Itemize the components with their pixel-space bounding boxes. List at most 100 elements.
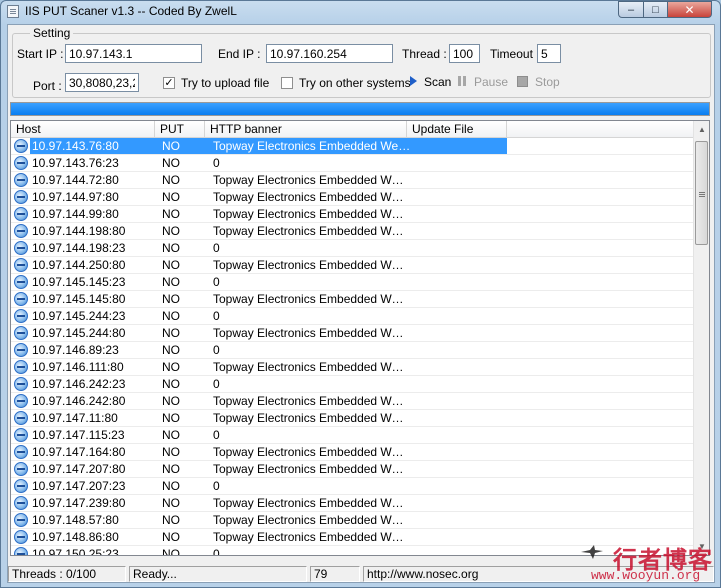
table-row[interactable]: 10.97.144.72:80 NO Topway Electronics Embe… xyxy=(11,172,693,189)
end-ip-input[interactable] xyxy=(266,44,393,63)
cell-host: 10.97.148.86:80 xyxy=(32,530,119,544)
host-globe-icon xyxy=(14,173,28,187)
minimize-button[interactable]: – xyxy=(618,1,644,18)
maximize-button[interactable]: □ xyxy=(643,1,668,18)
results-list[interactable]: Host PUT HTTP banner Update File 10.97.1… xyxy=(10,120,710,556)
table-row[interactable]: 10.97.148.86:80 NO Topway Electronics Embe… xyxy=(11,529,693,546)
table-row[interactable]: 10.97.146.111:80 NO Topway Electronics Emb… xyxy=(11,359,693,376)
cell-put: NO xyxy=(162,258,180,272)
table-row[interactable]: 10.97.144.250:80 NO Topway Electronics Emb… xyxy=(11,257,693,274)
cell-update-file xyxy=(409,291,507,307)
cell-put: NO xyxy=(162,411,180,425)
cell-http-banner: 0 xyxy=(213,156,220,170)
cell-host: 10.97.146.242:23 xyxy=(32,377,126,391)
cell-http-banner: Topway Electronics Embedded Web ... xyxy=(213,513,405,527)
host-globe-icon xyxy=(14,292,28,306)
cell-update-file xyxy=(409,359,507,375)
app-icon xyxy=(7,5,19,18)
table-row[interactable]: 10.97.144.198:80 NO Topway Electronics Emb… xyxy=(11,223,693,240)
scan-play-icon[interactable] xyxy=(410,76,417,86)
table-row[interactable]: 10.97.146.242:23 NO 0 xyxy=(11,376,693,393)
cell-update-file xyxy=(409,546,507,555)
cell-put: NO xyxy=(162,462,180,476)
table-row[interactable]: 10.97.150.25:23 NO 0 xyxy=(11,546,693,556)
list-header: Host PUT HTTP banner Update File xyxy=(11,121,693,138)
host-globe-icon xyxy=(14,139,28,153)
cell-host: 10.97.144.198:23 xyxy=(32,241,126,255)
cell-update-file xyxy=(409,512,507,528)
scroll-up-icon[interactable]: ▲ xyxy=(694,121,709,138)
close-button[interactable]: ✕ xyxy=(667,1,712,18)
upload-checkbox-label[interactable]: Try to upload file xyxy=(181,76,269,90)
cell-update-file xyxy=(409,427,507,443)
host-globe-icon xyxy=(14,207,28,221)
stop-button[interactable]: Stop xyxy=(535,75,560,89)
port-input[interactable] xyxy=(65,73,139,92)
cell-update-file xyxy=(409,342,507,358)
scroll-thumb[interactable] xyxy=(695,141,708,245)
client-area: Setting Start IP : End IP : Thread : Tim… xyxy=(7,24,715,583)
cell-host: 10.97.144.250:80 xyxy=(32,258,126,272)
table-row[interactable]: 10.97.146.89:23 NO 0 xyxy=(11,342,693,359)
other-systems-checkbox-label[interactable]: Try on other systems xyxy=(299,76,411,90)
cell-update-file xyxy=(409,206,507,222)
cell-update-file xyxy=(409,189,507,205)
pause-icon[interactable] xyxy=(457,76,467,86)
scan-button[interactable]: Scan xyxy=(424,75,451,89)
cell-update-file xyxy=(409,410,507,426)
table-row[interactable]: 10.97.144.198:23 NO 0 xyxy=(11,240,693,257)
vertical-scrollbar[interactable]: ▲ ▼ xyxy=(693,121,709,555)
title-bar[interactable]: IIS PUT Scaner v1.3 -- Coded By ZwelL – … xyxy=(1,1,720,23)
table-row[interactable]: 10.97.147.239:80 NO Topway Electronics Emb… xyxy=(11,495,693,512)
table-row[interactable]: 10.97.148.57:80 NO Topway Electronics Embe… xyxy=(11,512,693,529)
start-ip-label: Start IP : xyxy=(17,47,64,61)
cell-http-banner: Topway Electronics Embedded Web ... xyxy=(213,292,405,306)
cell-put: NO xyxy=(162,547,180,556)
other-systems-checkbox[interactable] xyxy=(281,77,293,89)
maximize-icon: □ xyxy=(652,3,659,16)
cell-update-file xyxy=(409,325,507,341)
table-row[interactable]: 10.97.145.145:23 NO 0 xyxy=(11,274,693,291)
column-header-http-banner[interactable]: HTTP banner xyxy=(205,121,407,138)
table-row[interactable]: 10.97.145.244:23 NO 0 xyxy=(11,308,693,325)
cell-update-file xyxy=(409,240,507,256)
table-row[interactable]: 10.97.143.76:80 NO Topway Electronics Embe… xyxy=(11,138,693,155)
table-row[interactable]: 10.97.144.97:80 NO Topway Electronics Embe… xyxy=(11,189,693,206)
pause-button[interactable]: Pause xyxy=(474,75,508,89)
setting-legend: Setting xyxy=(30,26,74,40)
column-header-update-file[interactable]: Update File xyxy=(407,121,507,138)
table-row[interactable]: 10.97.145.145:80 NO Topway Electronics Emb… xyxy=(11,291,693,308)
scroll-down-icon[interactable]: ▼ xyxy=(694,538,709,555)
column-header-put[interactable]: PUT xyxy=(155,121,205,138)
cell-http-banner: 0 xyxy=(213,547,220,556)
table-row[interactable]: 10.97.147.207:80 NO Topway Electronics Emb… xyxy=(11,461,693,478)
upload-checkbox[interactable]: ✓ xyxy=(163,77,175,89)
timeout-input[interactable] xyxy=(537,44,561,63)
host-globe-icon xyxy=(14,462,28,476)
table-row[interactable]: 10.97.145.244:80 NO Topway Electronics Emb… xyxy=(11,325,693,342)
stop-icon[interactable] xyxy=(517,76,528,87)
host-globe-icon xyxy=(14,445,28,459)
table-row[interactable]: 10.97.147.207:23 NO 0 xyxy=(11,478,693,495)
thread-input[interactable] xyxy=(449,44,480,63)
table-row[interactable]: 10.97.147.164:80 NO Topway Electronics Emb… xyxy=(11,444,693,461)
table-row[interactable]: 10.97.147.11:80 NO Topway Electronics Embe… xyxy=(11,410,693,427)
table-row[interactable]: 10.97.147.115:23 NO 0 xyxy=(11,427,693,444)
cell-http-banner: Topway Electronics Embedded Web ... xyxy=(213,496,405,510)
cell-update-file xyxy=(409,529,507,545)
cell-http-banner: 0 xyxy=(213,241,220,255)
table-row[interactable]: 10.97.143.76:23 NO 0 xyxy=(11,155,693,172)
cell-host: 10.97.147.207:23 xyxy=(32,479,126,493)
column-header-host[interactable]: Host xyxy=(11,121,155,138)
status-url[interactable]: http://www.nosec.org xyxy=(363,566,714,582)
status-threads: Threads : 0/100 xyxy=(8,566,126,582)
table-row[interactable]: 10.97.146.242:80 NO Topway Electronics Emb… xyxy=(11,393,693,410)
cell-http-banner: Topway Electronics Embedded Web ... xyxy=(213,258,405,272)
table-row[interactable]: 10.97.144.99:80 NO Topway Electronics Embe… xyxy=(11,206,693,223)
cell-host: 10.97.146.89:23 xyxy=(32,343,119,357)
start-ip-input[interactable] xyxy=(65,44,202,63)
cell-put: NO xyxy=(162,190,180,204)
cell-put: NO xyxy=(162,360,180,374)
cell-http-banner: Topway Electronics Embedded Web ... xyxy=(213,224,405,238)
thread-label: Thread : xyxy=(402,47,447,61)
